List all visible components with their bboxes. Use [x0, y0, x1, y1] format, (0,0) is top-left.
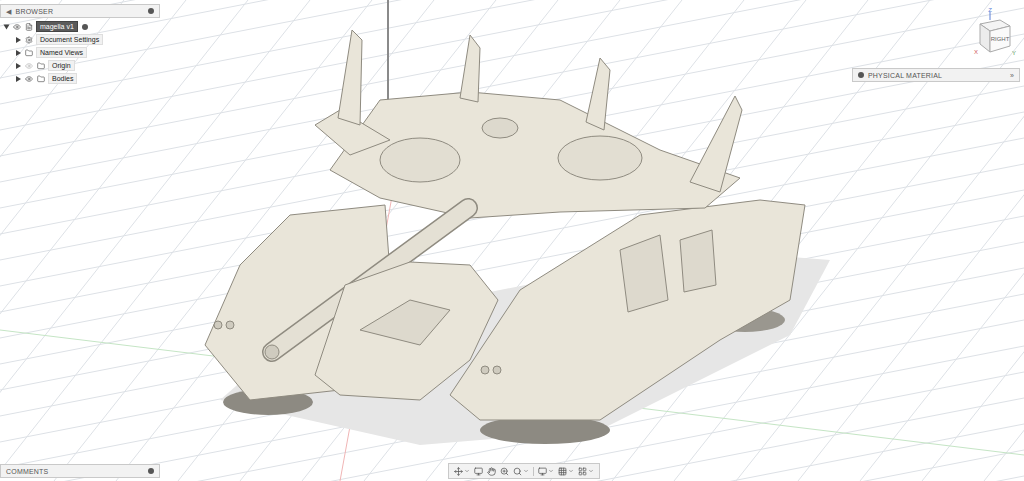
zoom-icon[interactable] — [500, 467, 509, 476]
pin-icon[interactable] — [148, 8, 154, 14]
expand-icon[interactable] — [16, 76, 21, 82]
navigation-toolbar — [448, 463, 600, 479]
svg-text:Z: Z — [988, 7, 992, 13]
ground-grid — [0, 0, 1024, 481]
expand-icon[interactable] — [16, 50, 21, 56]
gear-icon — [24, 35, 33, 44]
view-cube[interactable]: RIGHT Z X Y — [966, 6, 1018, 58]
eye-icon[interactable] — [12, 22, 21, 31]
viewport[interactable]: ◀BROWSER magella v1 Document Settings Named… — [0, 0, 1024, 481]
orbit-icon[interactable] — [454, 467, 470, 476]
browser-item[interactable]: Document Settings — [4, 34, 160, 45]
browser-item[interactable]: Named Views — [4, 47, 160, 58]
eye-icon[interactable] — [24, 61, 33, 70]
browser-item[interactable]: Origin — [4, 60, 160, 71]
folder-icon — [24, 48, 33, 57]
folder-icon — [36, 61, 45, 70]
eye-icon[interactable] — [24, 74, 33, 83]
browser-header: ◀BROWSER — [0, 4, 160, 18]
tank-model — [205, 0, 830, 445]
display-settings-icon[interactable] — [538, 467, 554, 476]
document-row[interactable]: magella v1 — [4, 21, 160, 32]
folder-icon — [36, 74, 45, 83]
expand-icon[interactable] — [4, 24, 10, 29]
expand-icon[interactable] — [16, 37, 21, 43]
browser-item-label[interactable]: Bodies — [48, 73, 77, 84]
collapse-button[interactable]: ◀ — [6, 8, 12, 15]
expand-button[interactable]: » — [1010, 72, 1014, 79]
physical-material-header[interactable]: PHYSICAL MATERIAL» — [852, 68, 1020, 82]
physical-material-panel: PHYSICAL MATERIAL» — [852, 68, 1020, 82]
svg-text:Y: Y — [1012, 50, 1016, 56]
document-icon — [24, 22, 33, 31]
expand-icon[interactable] — [16, 63, 21, 69]
active-radio-icon[interactable] — [81, 22, 90, 31]
pan-icon[interactable] — [487, 467, 496, 476]
browser-item-label[interactable]: Document Settings — [36, 34, 103, 45]
browser-panel: ◀BROWSER magella v1 Document Settings Named… — [0, 4, 160, 84]
document-name[interactable]: magella v1 — [36, 21, 78, 32]
comments-panel: COMMENTS — [0, 464, 160, 478]
add-comment-icon[interactable] — [148, 468, 154, 474]
svg-text:RIGHT: RIGHT — [991, 36, 1010, 42]
svg-text:X: X — [974, 49, 978, 55]
browser-item-label[interactable]: Named Views — [36, 47, 87, 58]
browser-item-label[interactable]: Origin — [48, 60, 75, 71]
grid-settings-icon[interactable] — [558, 467, 574, 476]
pin-icon[interactable] — [858, 72, 864, 78]
browser-tree: magella v1 Document Settings Named Views Or… — [0, 18, 160, 84]
fit-icon[interactable] — [513, 467, 529, 476]
viewports-icon[interactable] — [578, 467, 594, 476]
comments-header[interactable]: COMMENTS — [0, 464, 160, 478]
browser-item[interactable]: Bodies — [4, 73, 160, 84]
look-at-icon[interactable] — [474, 467, 483, 476]
